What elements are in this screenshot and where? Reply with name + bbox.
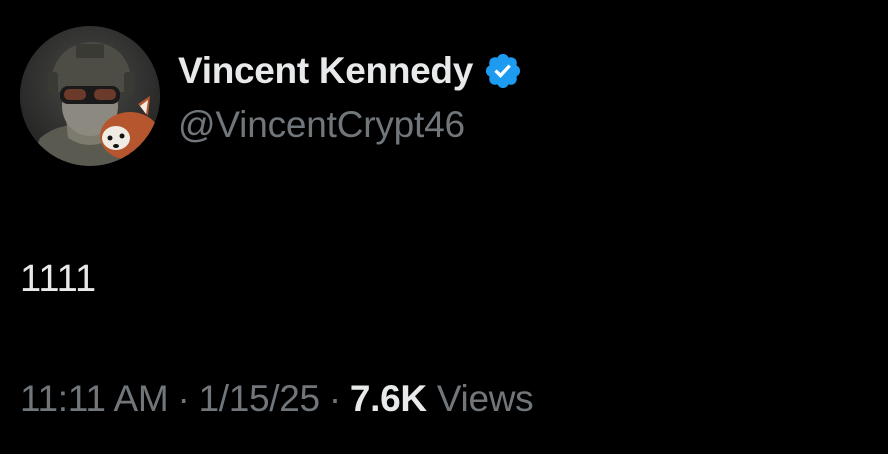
verified-badge-icon[interactable] [483,51,523,91]
author-name-row: Vincent Kennedy [178,46,523,96]
author-handle[interactable]: @VincentCrypt46 [178,104,465,146]
author-avatar[interactable] [20,26,160,166]
views-count[interactable]: 7.6K [350,378,427,420]
views-label[interactable]: Views [437,378,534,420]
meta-separator: · [177,378,190,419]
tweet-card: Vincent Kennedy @VincentCrypt46 1111 11:… [0,0,888,454]
tweet-date[interactable]: 1/15/25 [198,378,320,420]
meta-separator: · [328,378,341,419]
tweet-meta: 11:11 AM · 1/15/25 · 7.6K Views [20,376,534,422]
tweet-time[interactable]: 11:11 AM [20,378,169,420]
avatar-image [20,26,160,166]
author-display-name[interactable]: Vincent Kennedy [178,50,473,92]
tweet-text: 1111 [20,258,97,300]
